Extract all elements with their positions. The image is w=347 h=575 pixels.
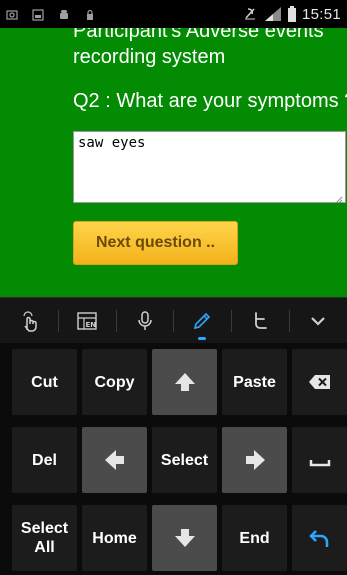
select-all-key[interactable]: Select All — [12, 505, 77, 571]
undo-key[interactable] — [292, 505, 347, 571]
edit-keyboard: Cut Copy Paste Del Select Select All Hom… — [0, 343, 347, 575]
app-title: Participant's Adverse events recording s… — [73, 28, 324, 68]
right-arrow-key[interactable] — [222, 427, 287, 493]
app-content: Participant's Adverse events recording s… — [0, 28, 347, 297]
keyboard-toolbar: EN — [0, 297, 347, 343]
backspace-key[interactable] — [292, 349, 347, 415]
question-label: Q2 : What are your symptoms ? — [73, 90, 347, 112]
arrow-left-icon — [104, 450, 124, 470]
arrow-up-icon — [174, 373, 195, 391]
space-key[interactable] — [292, 427, 347, 493]
svg-text:EN: EN — [85, 321, 96, 329]
screenshot-icon — [6, 8, 18, 20]
next-question-button[interactable]: Next question .. — [73, 221, 238, 265]
paste-key[interactable]: Paste — [222, 349, 287, 415]
down-arrow-key[interactable] — [152, 505, 217, 571]
end-key[interactable]: End — [222, 505, 287, 571]
handwriting-pen-icon[interactable] — [173, 298, 231, 344]
left-arrow-key[interactable] — [82, 427, 147, 493]
undo-icon — [308, 530, 328, 547]
language-en-icon[interactable]: EN — [57, 298, 116, 344]
android-icon — [58, 8, 70, 20]
arrow-down-icon — [174, 529, 195, 547]
up-arrow-key[interactable] — [152, 349, 217, 415]
microphone-icon[interactable] — [115, 298, 174, 344]
copy-key[interactable]: Copy — [82, 349, 147, 415]
gesture-icon[interactable] — [0, 298, 58, 344]
space-icon — [309, 460, 330, 467]
battery-icon — [287, 6, 296, 22]
signal-icon — [264, 6, 282, 22]
lock-icon — [84, 8, 96, 20]
active-indicator — [198, 336, 207, 340]
symptoms-input-value: saw eyes — [78, 135, 146, 151]
mute-icon — [242, 6, 258, 22]
backspace-icon — [308, 375, 330, 389]
symptoms-input[interactable]: saw eyes — [73, 131, 346, 204]
resize-grip-icon[interactable] — [335, 192, 343, 204]
clock: 15:51 — [301, 5, 341, 23]
select-key[interactable]: Select — [152, 427, 217, 493]
twitter-icon[interactable] — [231, 298, 289, 344]
arrow-right-icon — [245, 450, 265, 470]
status-bar: 15:51 — [0, 0, 347, 28]
home-key[interactable]: Home — [82, 505, 147, 571]
image-icon — [32, 8, 44, 21]
collapse-chevron-icon[interactable] — [289, 298, 347, 344]
cut-key[interactable]: Cut — [12, 349, 77, 415]
del-key[interactable]: Del — [12, 427, 77, 493]
